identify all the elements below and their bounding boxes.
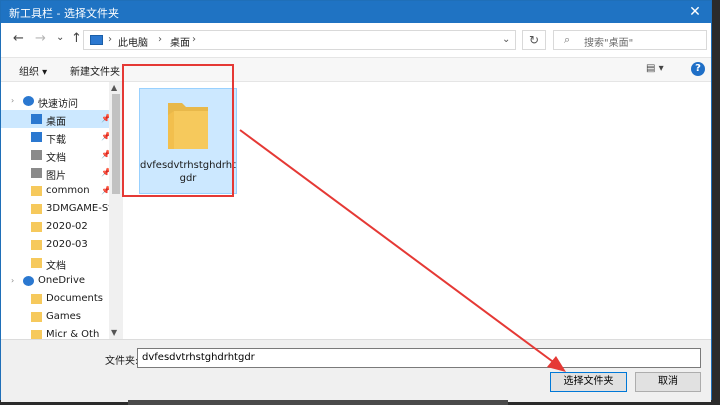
sidebar-item[interactable]: 3DMGAME-Sta <box>1 200 109 218</box>
recent-locations-icon[interactable]: ⌄ <box>56 32 64 43</box>
cancel-button[interactable]: 取消 <box>635 372 701 392</box>
pin-icon: 📌 <box>101 150 109 159</box>
forward-arrow-icon[interactable]: → <box>35 31 46 46</box>
sidebar-item[interactable]: common 📌 <box>1 182 109 200</box>
folder-icon <box>31 240 42 250</box>
close-icon[interactable]: ✕ <box>679 1 711 23</box>
folder-picker-dialog: 新工具栏 - 选择文件夹 ✕ ← → ⌄ ↑ › 此电脑 › 桌面 › ⌄ ↻ … <box>0 0 712 402</box>
scroll-up-icon[interactable]: ▲ <box>111 83 117 92</box>
synced-folder-icon <box>31 294 42 304</box>
search-icon: ⌕ <box>564 33 571 46</box>
sidebar-item[interactable]: 文档 <box>1 254 109 272</box>
sidebar-item[interactable]: 下载 📌 <box>1 128 109 146</box>
navigation-scrollbar[interactable]: ▲ ▼ <box>109 82 123 340</box>
sidebar-item-label: Documents <box>46 293 104 304</box>
address-dropdown-icon[interactable]: ⌄ <box>502 34 510 45</box>
title-bar: 新工具栏 - 选择文件夹 ✕ <box>1 1 711 23</box>
search-placeholder: 搜索"桌面" <box>584 38 634 49</box>
address-bar[interactable]: › 此电脑 › 桌面 › ⌄ <box>83 30 516 50</box>
refresh-button[interactable]: ↻ <box>522 30 546 50</box>
sidebar-item-label: 图片 <box>46 171 66 182</box>
sidebar-item[interactable]: Documents <box>1 290 109 308</box>
breadcrumb-this-pc[interactable]: 此电脑 <box>118 34 148 49</box>
desktop-background <box>128 400 508 405</box>
organize-button[interactable]: 组织 ▾ <box>19 63 47 78</box>
sidebar-item-label: 快速访问 <box>38 99 78 110</box>
expand-icon[interactable]: › <box>11 96 14 105</box>
sidebar-item[interactable]: 2020-02 <box>1 218 109 236</box>
sidebar-item-label: common <box>46 185 90 196</box>
sidebar-item[interactable]: 桌面 📌 <box>1 110 109 128</box>
folder-field-label: 文件夹: <box>105 356 139 367</box>
help-icon[interactable]: ? <box>691 62 705 76</box>
sidebar-item[interactable]: Micr & Oth <box>1 326 109 340</box>
sidebar-item-label: 3DMGAME-Sta <box>46 203 109 214</box>
sidebar-item-label: 文档 <box>46 153 66 164</box>
download-icon <box>31 132 42 142</box>
onedrive-icon <box>23 276 34 286</box>
document-icon <box>31 150 42 160</box>
sidebar-item-label: 桌面 <box>46 117 66 128</box>
command-bar: 组织 ▾ 新建文件夹 ▤ ▾ ? <box>1 57 711 82</box>
synced-folder-icon <box>31 312 42 322</box>
browser-area: › 快速访问桌面 📌 下载 📌 文档 📌 图片 📌 common 📌 3DMGAME-Sta 2020-… <box>1 81 711 340</box>
expand-icon[interactable]: › <box>11 276 14 285</box>
select-folder-button[interactable]: 选择文件夹 <box>550 372 627 392</box>
sidebar-item[interactable]: Games <box>1 308 109 326</box>
sidebar-item-label: 下载 <box>46 135 66 146</box>
computer-icon <box>90 35 103 45</box>
dialog-footer: 文件夹: dvfesdvtrhstghdrhtgdr 选择文件夹 取消 <box>1 339 711 402</box>
view-options-icon[interactable]: ▤ ▾ <box>646 63 670 77</box>
scrollbar-thumb[interactable] <box>112 94 120 194</box>
sidebar-item[interactable]: 2020-03 <box>1 236 109 254</box>
synced-folder-icon <box>31 258 42 268</box>
scroll-down-icon[interactable]: ▼ <box>111 328 117 337</box>
breadcrumb-desktop[interactable]: 桌面 <box>170 34 190 49</box>
search-input[interactable]: ⌕ 搜索"桌面" <box>553 30 707 50</box>
folder-icon <box>31 186 42 196</box>
annotation-highlight-box <box>122 64 234 197</box>
sidebar-item[interactable]: › OneDrive <box>1 272 109 290</box>
up-arrow-icon[interactable]: ↑ <box>71 31 82 46</box>
folder-icon <box>31 204 42 214</box>
picture-icon <box>31 168 42 178</box>
desktop-icon <box>31 114 42 124</box>
folder-name-input[interactable]: dvfesdvtrhstghdrhtgdr <box>137 348 701 368</box>
sidebar-item-label: OneDrive <box>38 275 86 286</box>
breadcrumb-separator: › <box>158 34 162 45</box>
window-title: 新工具栏 - 选择文件夹 <box>9 7 119 20</box>
navigation-pane: › 快速访问桌面 📌 下载 📌 文档 📌 图片 📌 common 📌 3DMGAME-Sta 2020-… <box>1 82 109 340</box>
star-icon <box>23 96 34 106</box>
sidebar-item-label: 2020-02 <box>46 221 88 232</box>
new-folder-button[interactable]: 新建文件夹 <box>70 63 120 78</box>
pin-icon: 📌 <box>101 168 109 177</box>
sidebar-item[interactable]: › 快速访问 <box>1 92 109 110</box>
folder-icon <box>31 222 42 232</box>
pin-icon: 📌 <box>101 132 109 141</box>
navigation-bar: ← → ⌄ ↑ › 此电脑 › 桌面 › ⌄ ↻ ⌕ 搜索"桌面" <box>1 23 711 57</box>
breadcrumb-separator: › <box>192 34 196 45</box>
breadcrumb-separator: › <box>108 34 112 45</box>
sidebar-item[interactable]: 文档 📌 <box>1 146 109 164</box>
back-arrow-icon[interactable]: ← <box>13 31 24 46</box>
sidebar-item-label: Games <box>46 311 81 322</box>
sidebar-item-label: 2020-03 <box>46 239 88 250</box>
pin-icon: 📌 <box>101 114 109 123</box>
pin-icon: 📌 <box>101 186 109 195</box>
sidebar-item-label: 文档 <box>46 261 66 272</box>
sidebar-item[interactable]: 图片 📌 <box>1 164 109 182</box>
